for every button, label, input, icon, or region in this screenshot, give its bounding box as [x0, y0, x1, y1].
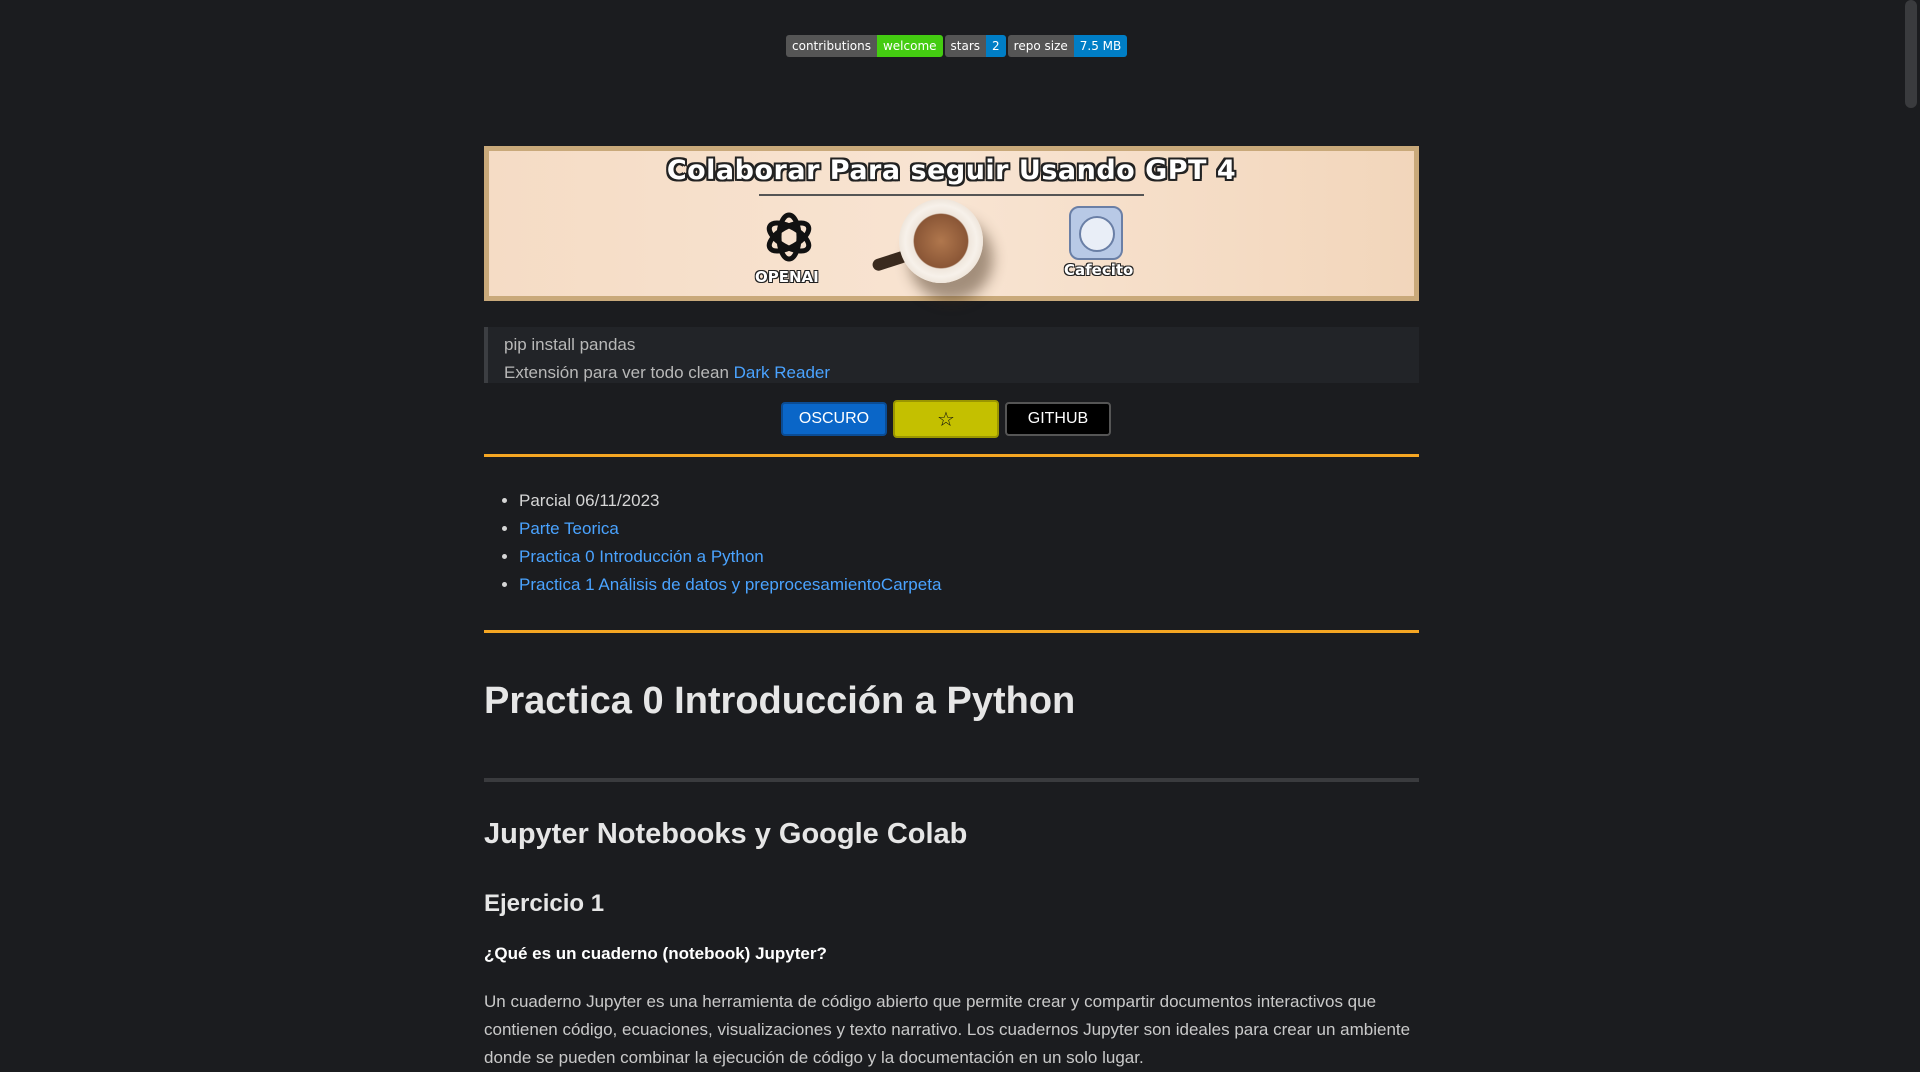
- badge-key: stars: [944, 35, 987, 57]
- badge-value: 2: [986, 35, 1006, 57]
- answer-paragraph: Un cuaderno Jupyter es una herramienta d…: [484, 992, 1411, 1067]
- quote-extension-text: Extensión para ver todo clean: [504, 363, 734, 382]
- dark-reader-link[interactable]: Dark Reader: [734, 363, 830, 382]
- table-of-contents: Parcial 06/11/2023 Parte Teorica Practic…: [484, 487, 941, 599]
- quote-line-install: pip install pandas: [504, 335, 636, 354]
- cafecito-icon: [1069, 206, 1123, 260]
- title-divider: [484, 778, 1419, 782]
- button-row: OSCURO ☆ GITHUB: [781, 400, 1111, 438]
- coffee-cup-image: [899, 199, 983, 283]
- page-title: Practica 0 Introducción a Python: [484, 680, 1076, 722]
- donation-banner[interactable]: Colaborar Para seguir Usando GPT 4 OPENA…: [484, 146, 1419, 301]
- github-button[interactable]: GITHUB: [1005, 402, 1111, 436]
- repo-size-badge[interactable]: repo size 7.5 MB: [1007, 35, 1128, 57]
- badge-key: contributions: [786, 35, 877, 57]
- divider-bottom: [484, 630, 1419, 633]
- toc-item-practica-1: Practica 1 Análisis de datos y preproces…: [519, 571, 941, 599]
- cafecito-label: Cafecito: [1064, 261, 1134, 279]
- toc-link-practica-1[interactable]: Practica 1 Análisis de datos y preproces…: [519, 575, 941, 594]
- contributions-badge[interactable]: contributions welcome: [786, 35, 943, 57]
- toc-item-practica-0: Practica 0 Introducción a Python: [519, 543, 941, 571]
- badge-value: welcome: [876, 35, 943, 57]
- toc-link-practica-0[interactable]: Practica 0 Introducción a Python: [519, 547, 764, 566]
- openai-logo-icon: [766, 212, 812, 262]
- section-heading: Jupyter Notebooks y Google Colab: [484, 818, 968, 850]
- info-blockquote: pip install pandas Extensión para ver to…: [484, 327, 1419, 383]
- dark-mode-button[interactable]: OSCURO: [781, 402, 887, 436]
- banner-divider: [759, 194, 1144, 196]
- toc-item-parcial: Parcial 06/11/2023: [519, 487, 941, 515]
- divider-top: [484, 454, 1419, 457]
- badge-row: contributions welcome stars 2 repo size …: [786, 35, 1128, 57]
- quote-line-extension: Extensión para ver todo clean Dark Reade…: [504, 359, 1419, 387]
- badge-value: 7.5 MB: [1073, 35, 1128, 57]
- scrollbar-thumb[interactable]: [1905, 0, 1917, 108]
- toc-item-parte-teorica: Parte Teorica: [519, 515, 941, 543]
- star-button[interactable]: ☆: [893, 400, 999, 438]
- stars-badge[interactable]: stars 2: [944, 35, 1006, 57]
- openai-label: OPENAI: [755, 268, 819, 286]
- question-text: ¿Qué es un cuaderno (notebook) Jupyter?: [484, 944, 827, 963]
- star-icon: ☆: [937, 408, 955, 431]
- exercise-heading: Ejercicio 1: [484, 890, 605, 917]
- banner-title: Colaborar Para seguir Usando GPT 4: [666, 155, 1237, 186]
- toc-link-parte-teorica[interactable]: Parte Teorica: [519, 519, 619, 538]
- badge-key: repo size: [1007, 35, 1074, 57]
- vertical-scrollbar[interactable]: [1902, 0, 1920, 1070]
